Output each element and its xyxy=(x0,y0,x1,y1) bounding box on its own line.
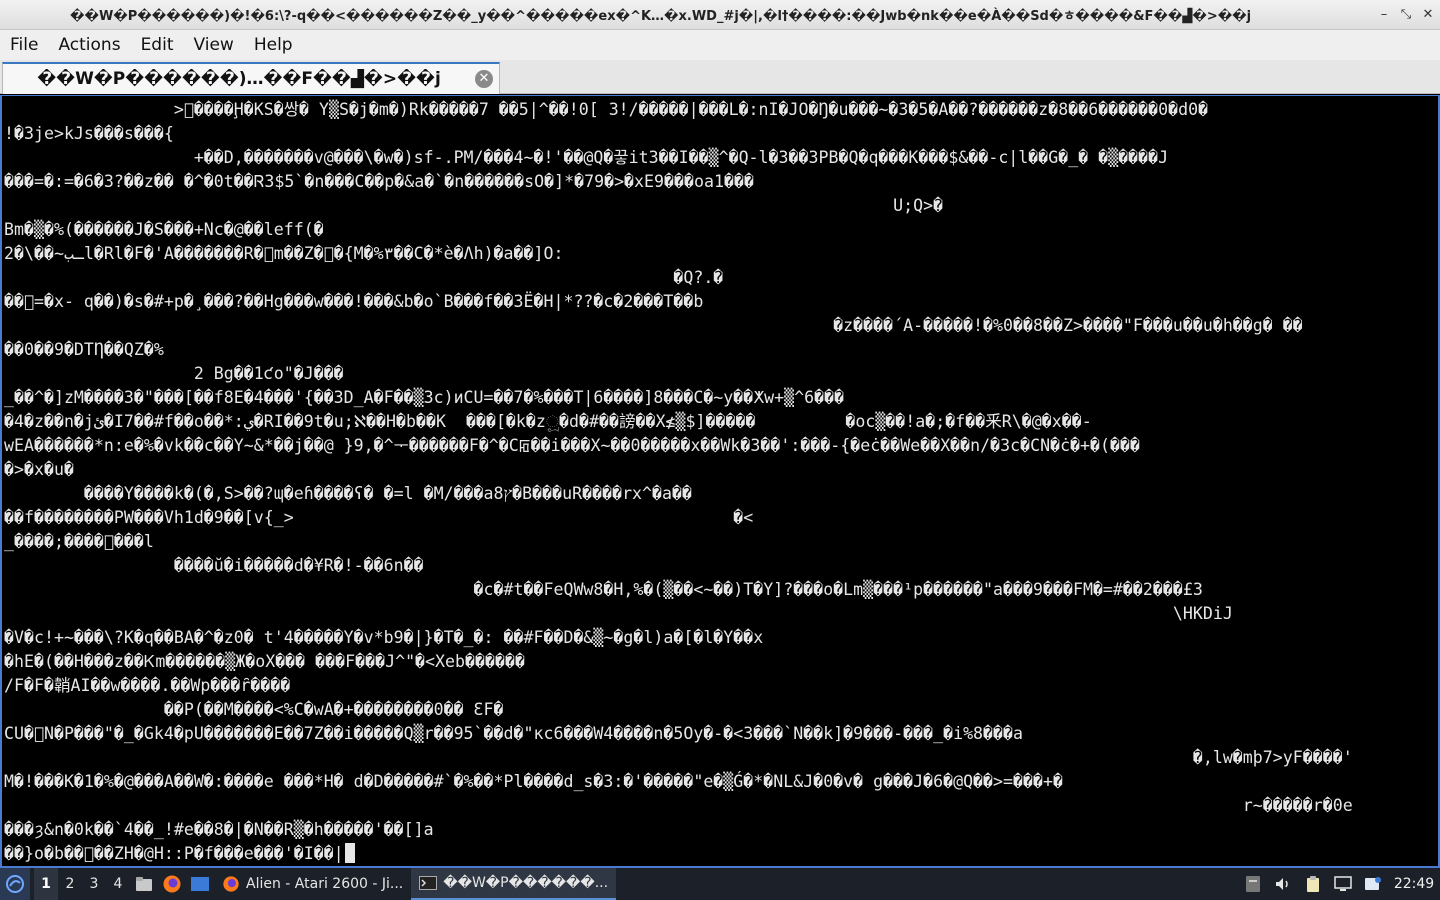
terminal-line: 2�\��~ـبl�Rl�F�'A�������R�￿m��Z�￿�{M�%٣�… xyxy=(4,244,564,263)
terminal-line: r~�����r�0e xyxy=(4,796,1353,815)
minimize-button[interactable]: – xyxy=(1374,0,1394,30)
menu-view[interactable]: View xyxy=(183,30,243,60)
workspace-1[interactable]: 1 xyxy=(34,868,58,900)
window-title: ��W�P������)�!�6:\?-q��<������Z��_y��^��… xyxy=(70,9,1252,24)
menu-help[interactable]: Help xyxy=(244,30,303,60)
terminal-view[interactable]: >￿����Ḩ�KS�쌍� Y▒S�j�m�)Rk�����7 ��5|^��!… xyxy=(0,95,1440,868)
start-menu-button[interactable] xyxy=(0,868,30,900)
terminal-line: M�!���K�1�%�@���A��W�:����e ���*H� d�D��… xyxy=(4,772,1063,791)
tab-label: ��W�P������)…��F��▟�>��j xyxy=(37,69,441,89)
terminal-line: CU�￿N�P���"�_�Gk4�pU�������E��7Z��i�����… xyxy=(4,724,1024,743)
terminal-line: wEA������*n:e�%�vk��c��Y~&*��j��@ }9,�^ᅮ… xyxy=(4,436,1141,455)
distro-logo-icon xyxy=(6,875,24,893)
desktop-icon xyxy=(191,877,209,891)
taskbar: 1 2 3 4 Alien - Atari 2600 - Ji... ��W�P… xyxy=(0,868,1440,900)
tray-keyboard[interactable] xyxy=(1238,868,1268,900)
terminal-line: �Q?.� xyxy=(4,268,724,287)
task-terminal-window[interactable]: ��W�P������... xyxy=(411,868,617,900)
terminal-line: �c�#t��FeQWw8�H,%�(▒��<~��)T�Y]?���o�Lm▒… xyxy=(4,580,1203,599)
keyboard-layout-icon xyxy=(1246,876,1260,892)
close-button[interactable]: ✕ xyxy=(1418,0,1438,30)
file-manager-launcher[interactable] xyxy=(130,868,158,900)
terminal-line: ��}o�b��￿��ZH�@H::P�f���e���'�I��| xyxy=(4,842,1434,866)
terminal-line: �>�x�u� xyxy=(4,460,74,479)
menu-bar: File Actions Edit View Help xyxy=(0,30,1440,60)
terminal-icon xyxy=(419,876,438,890)
tray-volume[interactable] xyxy=(1268,868,1298,900)
terminal-line: ��￿=�x- q��)�s�#+p�¸���?��Hg���w���!���&… xyxy=(4,292,704,311)
maximize-button[interactable]: ⤡ xyxy=(1396,0,1416,30)
terminal-line: ����ŭ�i�����d�¥R�!-��6n�� xyxy=(4,556,424,575)
desktop-launcher[interactable] xyxy=(186,868,214,900)
terminal-line: ��0��9�DTȠ��QZ�% xyxy=(4,340,164,359)
folder-icon xyxy=(136,877,152,891)
menu-edit[interactable]: Edit xyxy=(131,30,184,60)
workspace-2[interactable]: 2 xyxy=(58,868,82,900)
terminal-line: ����Y����k�(�,S>��?ɰ�eɦ����ʕ� �=l �M/���… xyxy=(4,484,692,503)
terminal-tab[interactable]: ��W�P������)…��F��▟�>��j ✕ xyxy=(2,62,500,94)
terminal-line: !�3je>kJs���s���{ xyxy=(4,124,174,143)
terminal-line: ���=�:=�6�3?��z�� �^�0t��Ꮢ3$5`�n���C��p�… xyxy=(4,172,754,191)
task-label: ��W�P������... xyxy=(443,875,609,891)
volume-icon xyxy=(1276,878,1288,890)
menu-file[interactable]: File xyxy=(0,30,48,60)
monitor-icon xyxy=(1334,876,1352,891)
clipboard-icon xyxy=(1307,876,1319,892)
tray-clipboard[interactable] xyxy=(1298,868,1328,900)
terminal-output: >￿����Ḩ�KS�쌍� Y▒S�j�m�)Rk�����7 ��5|^��!… xyxy=(4,98,1434,866)
firefox-icon xyxy=(223,876,239,892)
terminal-line: +��D,�������v@���\�w�)sf-.PM/���4~�!'��@… xyxy=(4,148,1169,167)
window-titlebar[interactable]: ��W�P������)�!�6:\?-q��<������Z��_y��^��… xyxy=(0,0,1440,30)
task-firefox-window[interactable]: Alien - Atari 2600 - Ji... xyxy=(214,868,411,900)
terminal-line: �hE�(��H���z��Ꮶm������▒Ж�oX��� ���F���J^… xyxy=(4,652,525,671)
terminal-line: _��^�]zM����3�"���[��f8E�4���'{��3D_A�F�… xyxy=(4,388,845,407)
terminal-line: �4�z��n�jئ�I7��#f��o��*:ي�RI��9t�u;ℵ��H�… xyxy=(4,412,1092,431)
terminal-line: U;Q>� xyxy=(4,196,944,215)
terminal-line: 2 Bg��1ƈo"�J��� xyxy=(4,364,344,383)
terminal-line: Bm�▒�%(������J�S���+Nc�@��leff(� xyxy=(4,220,324,239)
clock: 22:49 xyxy=(1393,876,1435,892)
terminal-line: ��f��������PW���Vh1d�9��[v{_> �< xyxy=(4,508,754,527)
tab-close-icon[interactable]: ✕ xyxy=(475,70,493,88)
terminal-line: ���ȝ&n�0k��`4��_!#e��8�|�N��R▒�h�����'��… xyxy=(4,820,434,839)
terminal-line: \HKDiJ xyxy=(4,604,1233,623)
terminal-cursor xyxy=(344,843,355,863)
terminal-line: �z����´A-�����!�%0��8��Z>����"F���u��u�h… xyxy=(4,316,1303,335)
terminal-line: /F�F�韒AI��w����.��Wp���ȓ���� xyxy=(4,676,291,695)
firefox-icon xyxy=(163,875,181,893)
tray-display[interactable] xyxy=(1328,868,1358,900)
task-label: Alien - Atari 2600 - Ji... xyxy=(246,876,404,892)
terminal-line: ��P(��M����<%C�wA�+��������0�� ƐF� xyxy=(4,700,504,719)
terminal-line: _����;����￿���l xyxy=(4,532,154,551)
workspace-3[interactable]: 3 xyxy=(82,868,106,900)
menu-actions[interactable]: Actions xyxy=(48,30,130,60)
workspace-4[interactable]: 4 xyxy=(106,868,130,900)
terminal-line: �,lw�mþ7>yF����' xyxy=(4,748,1353,767)
terminal-line: �V�c!+~���\?K�q��BA�^�z0� t'4�����Y�v*b9… xyxy=(4,628,764,647)
notification-icon xyxy=(1365,877,1381,890)
firefox-launcher[interactable] xyxy=(158,868,186,900)
tab-bar: ��W�P������)…��F��▟�>��j ✕ xyxy=(0,60,1440,94)
tray-notifications[interactable] xyxy=(1358,868,1388,900)
terminal-line: >￿����Ḩ�KS�쌍� Y▒S�j�m�)Rk�����7 ��5|^��!… xyxy=(4,100,1209,119)
